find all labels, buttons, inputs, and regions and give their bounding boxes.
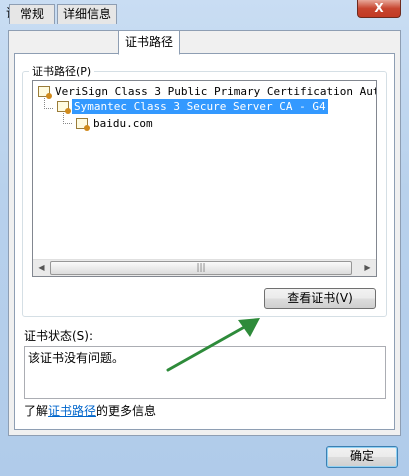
scroll-thumb[interactable]: ||| <box>50 261 352 275</box>
tree-node-leaf[interactable]: baidu.com <box>76 115 155 131</box>
horizontal-scrollbar[interactable]: ◀ ||| ▶ <box>33 259 376 276</box>
tree-node-label: VeriSign Class 3 Public Primary Certific… <box>55 84 377 98</box>
view-certificate-button[interactable]: 查看证书(V) <box>264 288 376 309</box>
tab-general-label: 常规 <box>19 7 44 21</box>
close-button[interactable]: X <box>357 0 401 18</box>
cert-path-tree[interactable]: VeriSign Class 3 Public Primary Certific… <box>32 80 377 277</box>
learn-more-text: 了解证书路径的更多信息 <box>24 402 156 419</box>
cert-path-help-link[interactable]: 证书路径 <box>48 404 96 418</box>
tab-certification-path[interactable]: 证书路径 <box>118 30 180 55</box>
close-icon: X <box>374 1 384 15</box>
tree-node-intermediate[interactable]: Symantec Class 3 Secure Server CA - G4 <box>57 97 329 115</box>
cert-status-label: 证书状态(S): <box>24 329 94 343</box>
tab-details[interactable]: 详细信息 <box>57 4 117 24</box>
tree-node-root[interactable]: VeriSign Class 3 Public Primary Certific… <box>38 83 377 99</box>
learn-more-prefix: 了解 <box>24 404 49 418</box>
tree-node-label: baidu.com <box>93 116 153 130</box>
ok-button-label: 确定 <box>349 449 374 463</box>
learn-more-suffix: 的更多信息 <box>96 404 157 418</box>
tab-certification-path-label: 证书路径 <box>124 35 173 49</box>
certificate-icon <box>38 85 52 99</box>
scroll-thumb-grip-icon: ||| <box>196 263 206 273</box>
scroll-left-arrow-icon[interactable]: ◀ <box>33 260 50 276</box>
view-certificate-button-label: 查看证书(V) <box>287 291 353 305</box>
certificate-icon <box>76 117 90 131</box>
tab-details-label: 详细信息 <box>62 7 111 21</box>
certificate-icon <box>57 100 71 114</box>
tree-node-label: Symantec Class 3 Secure Server CA - G4 <box>71 97 329 115</box>
scroll-right-arrow-icon[interactable]: ▶ <box>359 260 376 276</box>
ok-button[interactable]: 确定 <box>326 446 398 468</box>
cert-path-label: 证书路径(P) <box>29 63 95 79</box>
cert-status-text: 该证书没有问题。 <box>28 351 125 365</box>
tab-general[interactable]: 常规 <box>9 4 55 24</box>
annotation-arrow-icon <box>166 318 260 372</box>
